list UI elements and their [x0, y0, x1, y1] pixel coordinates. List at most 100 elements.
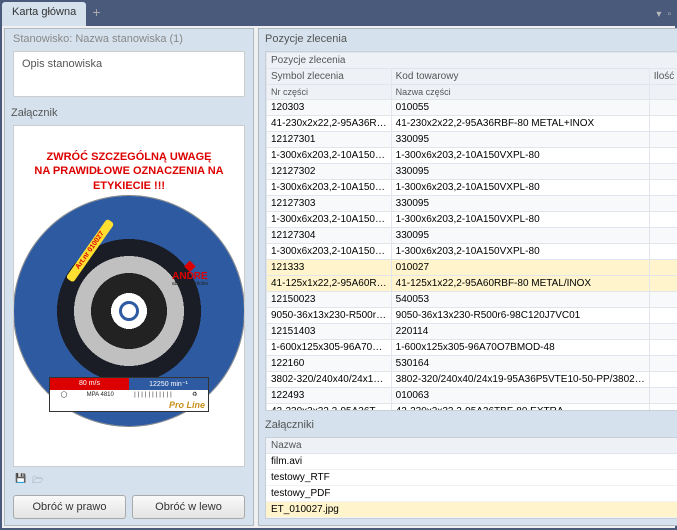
- table-row[interactable]: 121333010027112ANDRE: [267, 260, 677, 276]
- attachments-list[interactable]: Nazwa film.avitestowy_RTFtestowy_PDFET_0…: [265, 437, 677, 519]
- grid-col-header[interactable]: Kod towarowy: [391, 69, 649, 85]
- rotate-left-button[interactable]: Obróć w lewo: [132, 495, 245, 519]
- recycle-icon: ♻: [192, 391, 197, 398]
- warning-line-2: NA PRAWIDŁOWE OZNACZENIA NA ETYKIECIE !!…: [14, 164, 244, 193]
- disc-rpm: 12250 min⁻¹: [129, 378, 208, 390]
- rotate-right-button[interactable]: Obróć w prawo: [13, 495, 126, 519]
- content-area: Stanowisko: Nazwa stanowiska (1) Opis st…: [2, 26, 675, 528]
- disc-speed: 80 m/s: [50, 378, 129, 390]
- table-cell: 3802-320/240x40/24x1…: [267, 372, 392, 388]
- table-cell: [649, 308, 677, 324]
- grid-col-header[interactable]: Ilość do wykonania: [649, 69, 677, 85]
- table-cell: 540053: [391, 292, 649, 308]
- table-row[interactable]: 1212730333009516TIVOLY: [267, 196, 677, 212]
- description-box[interactable]: Opis stanowiska: [13, 51, 245, 97]
- safety-icon: ◯: [61, 391, 68, 398]
- table-cell: [649, 372, 677, 388]
- table-cell: 12151403: [267, 324, 392, 340]
- table-cell: 1-300x6x203,2-10A150VXPL-80: [391, 212, 649, 228]
- image-preview: ZWRÓĆ SZCZEGÓLNĄ UWAGĘ NA PRAWIDŁOWE OZN…: [13, 125, 245, 467]
- table-cell: 010063: [391, 388, 649, 404]
- attachments-header: Załączniki: [259, 415, 677, 435]
- table-row[interactable]: 1-300x6x203,2-10A150…1-300x6x203,2-10A15…: [267, 244, 677, 260]
- orders-grid[interactable]: Pozycje zlecenia Symbol zleceniaKod towa…: [265, 51, 677, 411]
- table-cell: 9050-36x13x230-R500r…: [267, 308, 392, 324]
- table-cell: 12127303: [267, 196, 392, 212]
- table-cell: 681: [649, 292, 677, 308]
- table-cell: 12127301: [267, 132, 392, 148]
- table-cell: 112: [649, 260, 677, 276]
- attachment-item[interactable]: testowy_RTF: [266, 470, 677, 486]
- table-cell: 42-230x3x22,2-95A36T…: [267, 404, 392, 412]
- table-cell: 72: [649, 388, 677, 404]
- main-window: Karta główna + ▾ ▫ Stanowisko: Nazwa sta…: [0, 0, 677, 530]
- window-restore-icon[interactable]: ▫: [667, 9, 671, 20]
- table-cell: 1-300x6x203,2-10A150…: [267, 148, 392, 164]
- grid-col-header[interactable]: Symbol zlecenia: [267, 69, 392, 85]
- tab-main[interactable]: Karta główna: [2, 2, 86, 26]
- open-icon[interactable]: 🗁: [32, 473, 43, 489]
- attachment-item[interactable]: testowy_PDF: [266, 486, 677, 502]
- workstation-label: Stanowisko: Nazwa stanowiska (1): [5, 29, 253, 49]
- warning-line-1: ZWRÓĆ SZCZEGÓLNĄ UWAGĘ: [14, 150, 244, 164]
- table-cell: 12127304: [267, 228, 392, 244]
- table-row[interactable]: 1-300x6x203,2-10A150…1-300x6x203,2-10A15…: [267, 212, 677, 228]
- table-cell: 72: [649, 100, 677, 116]
- grid-subcol-header: [649, 85, 677, 100]
- tab-add-button[interactable]: +: [86, 2, 106, 26]
- table-cell: 121333: [267, 260, 392, 276]
- window-minimize-icon[interactable]: ▾: [656, 9, 661, 20]
- table-cell: 10: [649, 324, 677, 340]
- attachment-item[interactable]: ET_010027.jpg: [266, 502, 677, 518]
- table-cell: 16: [649, 132, 677, 148]
- table-row[interactable]: 1212730133009516TIVOLY: [267, 132, 677, 148]
- table-row[interactable]: 12150023540053681ANDRE: [267, 292, 677, 308]
- table-cell: [649, 148, 677, 164]
- table-cell: [649, 180, 677, 196]
- table-cell: 1-600x125x305-96A70…: [267, 340, 392, 356]
- table-row[interactable]: 1-300x6x203,2-10A150…1-300x6x203,2-10A15…: [267, 180, 677, 196]
- table-row[interactable]: 9050-36x13x230-R500r…9050-36x13x230-R500…: [267, 308, 677, 324]
- table-row[interactable]: 1215140322011410KRAŚNIK: [267, 324, 677, 340]
- table-row[interactable]: 1212730433009516TIVOLY: [267, 228, 677, 244]
- attachment-item[interactable]: film.avi: [266, 454, 677, 470]
- left-panel: Stanowisko: Nazwa stanowiska (1) Opis st…: [4, 28, 254, 526]
- table-row[interactable]: 41-125x1x22,2-95A60R…41-125x1x22,2-95A60…: [267, 276, 677, 292]
- disc-center-hole: [119, 301, 139, 321]
- disc-label-block: 80 m/s 12250 min⁻¹ ◯ MPA 4810 ||||||||||…: [49, 377, 209, 412]
- table-cell: 330095: [391, 164, 649, 180]
- table-cell: [649, 404, 677, 412]
- table-row[interactable]: 12216053016424OCTIM: [267, 356, 677, 372]
- table-row[interactable]: 120303010055721310: [267, 100, 677, 116]
- table-cell: [649, 276, 677, 292]
- grid-subcol-header: Nr części: [267, 85, 392, 100]
- table-row[interactable]: 42-230x3x22,2-95A36T…42-230x2x22,2-95A36…: [267, 404, 677, 412]
- table-cell: 1-300x6x203,2-10A150VXPL-80: [391, 148, 649, 164]
- table-cell: 3802-320/240x40/24x19-95A36P5VTE10-50-PP…: [391, 372, 649, 388]
- table-cell: 1-300x6x203,2-10A150…: [267, 212, 392, 228]
- attachment-header: Załącznik: [5, 103, 253, 123]
- brand-logo: ◆ ANDRE abrasive articles: [172, 258, 208, 287]
- table-cell: [649, 340, 677, 356]
- table-cell: 1-300x6x203,2-10A150…: [267, 244, 392, 260]
- grid-group-band: Pozycje zlecenia: [267, 53, 677, 69]
- right-panel: Pozycje zlecenia Pozycje zlecenia Symbol…: [258, 28, 677, 526]
- orders-header: Pozycje zlecenia: [259, 29, 677, 49]
- warning-text: ZWRÓĆ SZCZEGÓLNĄ UWAGĘ NA PRAWIDŁOWE OZN…: [14, 150, 244, 193]
- table-cell: [649, 244, 677, 260]
- disc-mpa: MPA 4810: [87, 392, 114, 398]
- table-row[interactable]: 41-230x2x22,2-95A36R…41-230x2x22,2-95A36…: [267, 116, 677, 132]
- table-cell: 122160: [267, 356, 392, 372]
- table-row[interactable]: 3802-320/240x40/24x1…3802-320/240x40/24x…: [267, 372, 677, 388]
- table-cell: [649, 212, 677, 228]
- abrasive-disc-graphic: ◆ ANDRE abrasive articles Art.nr 010027 …: [14, 196, 244, 426]
- table-row[interactable]: 12249301006372ANDRE: [267, 388, 677, 404]
- table-row[interactable]: 1-300x6x203,2-10A150…1-300x6x203,2-10A15…: [267, 148, 677, 164]
- table-cell: 1-300x6x203,2-10A150VXPL-80: [391, 180, 649, 196]
- table-cell: 1-300x6x203,2-10A150VXPL-80: [391, 244, 649, 260]
- save-icon[interactable]: 💾: [15, 473, 26, 489]
- table-cell: 9050-36x13x230-R500r6-98C120J7VC01: [391, 308, 649, 324]
- table-row[interactable]: 1212730233009516TIVOLY: [267, 164, 677, 180]
- table-row[interactable]: 1-600x125x305-96A70…1-600x125x305-96A70O…: [267, 340, 677, 356]
- table-cell: 330095: [391, 196, 649, 212]
